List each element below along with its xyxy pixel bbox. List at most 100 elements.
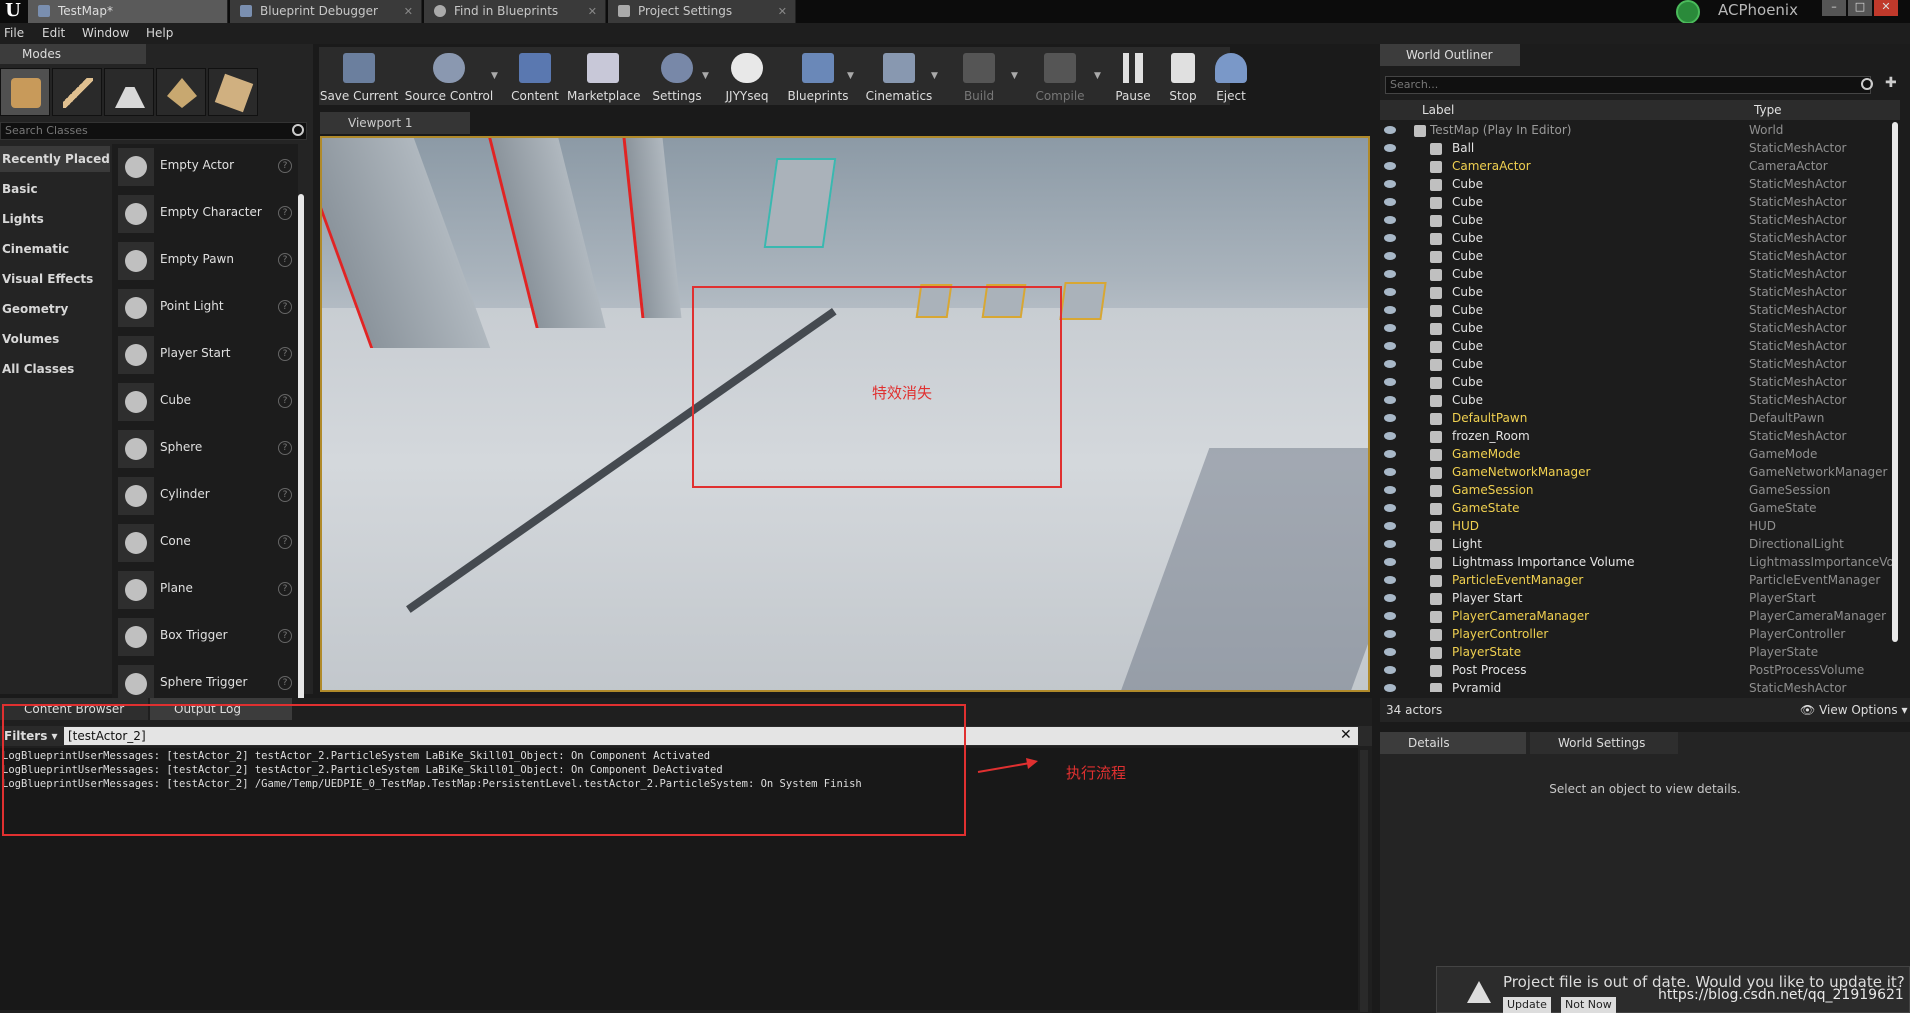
outliner-row[interactable]: Cube StaticMeshActor	[1380, 248, 1894, 266]
placeable-item[interactable]: Box Trigger?	[112, 614, 298, 660]
marketplace-button[interactable]: Marketplace	[567, 47, 641, 107]
help-icon[interactable]: ?	[278, 347, 292, 361]
tab-project-settings[interactable]: Project Settings ✕	[608, 0, 796, 23]
category-all-classes[interactable]: All Classes	[0, 356, 110, 382]
category-basic[interactable]: Basic	[0, 176, 110, 202]
build-button[interactable]: Build	[947, 47, 1011, 107]
placeable-item[interactable]: Point Light?	[112, 285, 298, 331]
placeable-item[interactable]: Sphere?	[112, 426, 298, 472]
outliner-search-input[interactable]: Search...	[1385, 76, 1871, 94]
visibility-eye-icon[interactable]	[1384, 450, 1396, 458]
help-icon[interactable]: ?	[278, 582, 292, 596]
close-icon[interactable]: ✕	[404, 0, 413, 23]
clear-filter-icon[interactable]: ✕	[1340, 727, 1352, 743]
placeable-item[interactable]: Player Start?	[112, 332, 298, 378]
menu-edit[interactable]: Edit	[42, 26, 65, 40]
visibility-eye-icon[interactable]	[1384, 324, 1396, 332]
close-icon[interactable]: ✕	[778, 0, 787, 23]
help-icon[interactable]: ?	[278, 441, 292, 455]
visibility-eye-icon[interactable]	[1384, 504, 1396, 512]
visibility-eye-icon[interactable]	[1384, 198, 1396, 206]
outliner-row[interactable]: Cube StaticMeshActor	[1380, 320, 1894, 338]
visibility-eye-icon[interactable]	[1384, 684, 1396, 692]
visibility-eye-icon[interactable]	[1384, 558, 1396, 566]
stop-button[interactable]: Stop	[1159, 47, 1207, 107]
help-icon[interactable]: ?	[278, 488, 292, 502]
modes-tab[interactable]: Modes	[0, 44, 146, 64]
outliner-row[interactable]: Player Start PlayerStart	[1380, 590, 1894, 608]
category-cinematic[interactable]: Cinematic	[0, 236, 110, 262]
cinematics-button[interactable]: Cinematics	[863, 47, 935, 107]
visibility-eye-icon[interactable]	[1384, 630, 1396, 638]
blueprints-button[interactable]: Blueprints	[783, 47, 853, 107]
jjyyseq-button[interactable]: JJYYseq	[715, 47, 779, 107]
outliner-scrollbar[interactable]	[1892, 122, 1898, 642]
outliner-row[interactable]: Cube StaticMeshActor	[1380, 302, 1894, 320]
search-icon[interactable]	[1861, 78, 1873, 90]
visibility-eye-icon[interactable]	[1384, 288, 1396, 296]
outliner-row[interactable]: GameMode GameMode	[1380, 446, 1894, 464]
outliner-row[interactable]: frozen_Room StaticMeshActor	[1380, 428, 1894, 446]
outliner-row[interactable]: Pyramid StaticMeshActor	[1380, 680, 1894, 692]
placeable-item[interactable]: Cube?	[112, 379, 298, 425]
visibility-eye-icon[interactable]	[1384, 360, 1396, 368]
outliner-row[interactable]: GameNetworkManager GameNetworkManager	[1380, 464, 1894, 482]
geometry-mode-button[interactable]	[208, 68, 258, 116]
landscape-mode-button[interactable]	[104, 68, 154, 116]
pause-button[interactable]: Pause	[1109, 47, 1157, 107]
content-button[interactable]: Content	[505, 47, 565, 107]
paint-mode-button[interactable]	[52, 68, 102, 116]
visibility-eye-icon[interactable]	[1384, 270, 1396, 278]
outliner-row[interactable]: PlayerCameraManager PlayerCameraManager	[1380, 608, 1894, 626]
outliner-row[interactable]: Cube StaticMeshActor	[1380, 392, 1894, 410]
source-control-button[interactable]: Source Control	[401, 47, 497, 107]
placeable-item[interactable]: Empty Pawn?	[112, 238, 298, 284]
outliner-row[interactable]: Light DirectionalLight	[1380, 536, 1894, 554]
settings-dropdown-icon[interactable]: ▼	[702, 71, 709, 81]
search-icon[interactable]	[292, 124, 304, 136]
category-volumes[interactable]: Volumes	[0, 326, 110, 352]
not-now-button[interactable]: Not Now	[1561, 997, 1616, 1013]
level-viewport[interactable]: 特效消失	[320, 136, 1370, 692]
compile-dropdown-icon[interactable]: ▼	[1094, 71, 1101, 81]
visibility-eye-icon[interactable]	[1384, 522, 1396, 530]
visibility-eye-icon[interactable]	[1384, 126, 1396, 134]
blueprints-dropdown-icon[interactable]: ▼	[847, 71, 854, 81]
outliner-row[interactable]: GameState GameState	[1380, 500, 1894, 518]
visibility-eye-icon[interactable]	[1384, 612, 1396, 620]
outliner-row[interactable]: DefaultPawn DefaultPawn	[1380, 410, 1894, 428]
help-icon[interactable]: ?	[278, 300, 292, 314]
outliner-row[interactable]: PlayerController PlayerController	[1380, 626, 1894, 644]
place-mode-button[interactable]	[0, 68, 50, 116]
compile-button[interactable]: Compile	[1023, 47, 1097, 107]
placeable-item[interactable]: Cylinder?	[112, 473, 298, 519]
visibility-eye-icon[interactable]	[1384, 162, 1396, 170]
log-scrollbar[interactable]	[1360, 750, 1368, 1012]
category-lights[interactable]: Lights	[0, 206, 110, 232]
world-settings-tab[interactable]: World Settings	[1530, 732, 1678, 754]
eject-button[interactable]: Eject	[1207, 47, 1255, 107]
visibility-eye-icon[interactable]	[1384, 306, 1396, 314]
visibility-eye-icon[interactable]	[1384, 432, 1396, 440]
build-dropdown-icon[interactable]: ▼	[1011, 71, 1018, 81]
world-outliner-tab[interactable]: World Outliner	[1380, 44, 1520, 66]
outliner-row[interactable]: GameSession GameSession	[1380, 482, 1894, 500]
outliner-row[interactable]: HUD HUD	[1380, 518, 1894, 536]
maximize-icon[interactable]: □	[1848, 0, 1872, 16]
outliner-row[interactable]: Cube StaticMeshActor	[1380, 230, 1894, 248]
outliner-row[interactable]: Ball StaticMeshActor	[1380, 140, 1894, 158]
add-filter-icon[interactable]: ✚	[1885, 75, 1901, 91]
user-avatar[interactable]	[1676, 0, 1700, 24]
help-icon[interactable]: ?	[278, 206, 292, 220]
help-icon[interactable]: ?	[278, 676, 292, 690]
outliner-row[interactable]: Cube StaticMeshActor	[1380, 266, 1894, 284]
outliner-row[interactable]: ParticleEventManager ParticleEventManager	[1380, 572, 1894, 590]
menu-help[interactable]: Help	[146, 26, 173, 40]
visibility-eye-icon[interactable]	[1384, 648, 1396, 656]
column-label[interactable]: Label	[1422, 103, 1454, 117]
save-current-button[interactable]: Save Current	[319, 47, 399, 107]
visibility-eye-icon[interactable]	[1384, 342, 1396, 350]
help-icon[interactable]: ?	[278, 159, 292, 173]
details-tab[interactable]: Details	[1380, 732, 1526, 754]
placeable-item[interactable]: Empty Actor?	[112, 144, 298, 190]
